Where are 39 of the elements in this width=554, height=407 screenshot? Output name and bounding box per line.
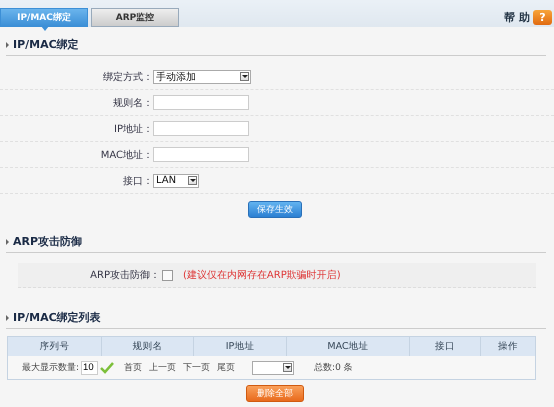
- column-header: 序列号: [8, 337, 102, 356]
- field-label: 接口：: [122, 174, 153, 188]
- section-title: ARP攻击防御: [13, 234, 82, 249]
- caret-icon: [240, 72, 249, 81]
- total-count: 总数:0 条: [314, 362, 353, 374]
- checkbox[interactable]: [162, 270, 173, 280]
- field-label: ARP攻击防御：: [89, 268, 160, 282]
- section-title: IP/MAC绑定: [13, 37, 79, 52]
- warning-note: (建议仅在内网存在ARP欺骗时开启): [183, 268, 341, 282]
- triangle-icon: [6, 238, 9, 244]
- checkmark-icon[interactable]: [100, 360, 114, 374]
- column-header: MAC地址: [287, 337, 410, 356]
- max-count-field[interactable]: 10: [81, 360, 98, 374]
- pager-link[interactable]: 首页: [124, 361, 142, 374]
- field-label: IP地址：: [113, 122, 153, 136]
- column-header: IP地址: [194, 337, 287, 356]
- field-label: 绑定方式：: [102, 70, 153, 84]
- caret-icon: [283, 363, 292, 372]
- section-title: IP/MAC绑定列表: [13, 310, 101, 325]
- input-field[interactable]: [153, 147, 249, 162]
- page-dropdown[interactable]: [252, 360, 294, 374]
- caret-icon: [188, 176, 197, 185]
- pager-link[interactable]: 尾页: [217, 361, 236, 374]
- tab[interactable]: ARP监控: [91, 8, 179, 27]
- dropdown[interactable]: LAN: [153, 174, 199, 188]
- pager-link[interactable]: 上一页: [149, 361, 176, 374]
- column-header: 规则名: [102, 337, 194, 356]
- field-label: MAC地址：: [100, 148, 153, 162]
- input-field[interactable]: [153, 95, 249, 110]
- column-header: 接口: [410, 337, 481, 356]
- triangle-icon: [6, 42, 9, 48]
- pager-link[interactable]: 下一页: [183, 361, 210, 374]
- input-field[interactable]: [153, 121, 249, 136]
- help-link[interactable]: 帮 助: [504, 10, 530, 25]
- column-header: 操作: [497, 340, 519, 354]
- max-count-label: 最大显示数量:: [22, 362, 80, 374]
- field-label: 规则名：: [112, 96, 153, 110]
- triangle-icon: [6, 314, 9, 320]
- dropdown[interactable]: 手动添加: [153, 70, 251, 84]
